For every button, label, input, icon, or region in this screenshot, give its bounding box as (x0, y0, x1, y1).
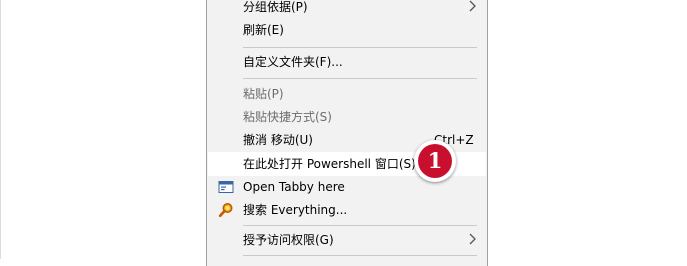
menu-item-search-everything[interactable]: 搜索 Everything... (208, 199, 486, 221)
menu-item-label: 分组依据(P) (243, 0, 308, 14)
menu-item-label: 粘贴快捷方式(S) (243, 110, 332, 124)
menu-item-label: 自定义文件夹(F)... (243, 55, 343, 69)
menu-item-label: 撤消 移动(U) (243, 133, 313, 147)
menu-item-label: 授予访问权限(G) (243, 233, 334, 247)
chevron-right-icon (469, 233, 476, 245)
menu-item-label: 在此处打开 Powershell 窗口(S) (243, 157, 416, 171)
context-menu: 分组依据(P) 刷新(E) 自定义文件夹(F)... 粘贴(P) 粘贴快捷方式(… (206, 0, 488, 266)
menu-item-label: Open Tabby here (243, 180, 345, 194)
chevron-right-icon (469, 0, 476, 12)
everything-search-icon (218, 203, 233, 218)
menu-item-customize-folder[interactable]: 自定义文件夹(F)... (208, 51, 486, 73)
menu-separator (243, 78, 477, 79)
menu-item-refresh[interactable]: 刷新(E) (208, 19, 486, 41)
menu-item-label: 搜索 Everything... (243, 203, 348, 217)
menu-item-paste[interactable]: 粘贴(P) (208, 83, 486, 105)
menu-item-label: 粘贴(P) (243, 87, 284, 101)
step-number: 1 (418, 144, 452, 178)
menu-item-group-by[interactable]: 分组依据(P) (208, 0, 486, 18)
menu-separator (243, 47, 477, 48)
menu-item-paste-shortcut[interactable]: 粘贴快捷方式(S) (208, 106, 486, 128)
menu-item-grant-access[interactable]: 授予访问权限(G) (208, 229, 486, 251)
menu-item-label: 刷新(E) (243, 23, 284, 37)
tabby-terminal-icon (218, 181, 234, 193)
step-number-badge: 1 (414, 140, 456, 182)
menu-separator (243, 225, 477, 226)
window-background-edge (0, 0, 1, 259)
menu-separator (243, 255, 477, 256)
